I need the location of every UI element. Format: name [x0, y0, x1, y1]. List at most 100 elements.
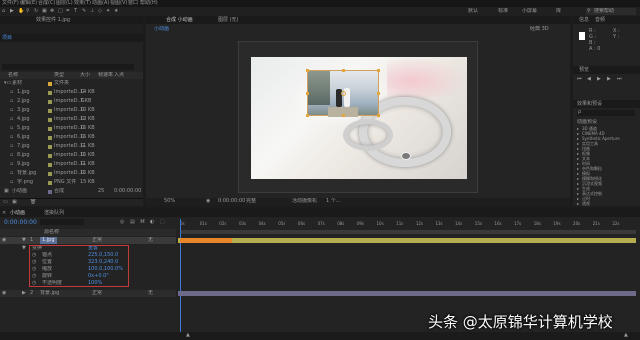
photo-layer[interactable] — [306, 69, 380, 117]
motion-blur-icon[interactable]: ◎ — [120, 219, 124, 226]
graph-editor-icon[interactable]: ⌘ — [140, 219, 145, 226]
label-swatch[interactable] — [48, 136, 52, 140]
timeline-search-input[interactable] — [40, 219, 84, 225]
puppet-tool-icon[interactable]: ★ — [114, 8, 118, 15]
project-list-item[interactable]: ▫ 3.jpg ImporteD..G 10 KB — [0, 107, 143, 115]
project-search-input[interactable] — [2, 64, 134, 70]
next-frame-icon[interactable]: ▶ — [607, 76, 611, 83]
label-swatch[interactable] — [48, 172, 52, 176]
rotate-tool-icon[interactable]: ↻ — [34, 8, 38, 15]
handle-bm[interactable] — [342, 114, 345, 117]
project-list-item[interactable]: ▫ 字.png PNG 文件 15 KB — [0, 179, 143, 187]
project-list-item[interactable]: ▫ 9.jpg ImporteD..G 11 KB — [0, 161, 143, 169]
transform-expand-icon[interactable]: ▼ — [22, 245, 26, 252]
timeline-timecode[interactable]: 0:00:00:00 — [4, 219, 37, 226]
pan-behind-tool-icon[interactable]: ✥ — [50, 8, 54, 15]
workspace-library[interactable]: 库 — [556, 8, 561, 15]
layer-2-parent[interactable]: 无 — [148, 290, 153, 297]
label-swatch[interactable] — [48, 127, 52, 131]
layer-1-bar[interactable] — [178, 238, 636, 243]
column-type[interactable]: 类型 — [54, 72, 64, 79]
layer-row-2[interactable]: ◉ ▶ 2 背景.jpg 正常 无 — [0, 290, 176, 297]
project-list-item[interactable]: ▫ 6.jpg ImporteD..G 15 KB — [0, 134, 143, 142]
project-list-item[interactable]: ▫ 7.jpg ImporteD..G 11 KB — [0, 143, 143, 151]
visibility-icon[interactable]: ◉ — [2, 290, 6, 297]
menu-window[interactable]: 窗口 — [128, 0, 138, 7]
label-swatch[interactable] — [48, 145, 52, 149]
menu-effect[interactable]: 效果(T) — [74, 0, 91, 7]
project-list-item[interactable]: ▫ 1.jpg ImporteD..G 14 KB — [0, 89, 143, 97]
label-swatch[interactable] — [48, 109, 52, 113]
new-folder-icon[interactable]: ▭ — [3, 199, 8, 206]
column-source-name[interactable]: 源名称 — [44, 229, 59, 236]
handle-tm[interactable] — [342, 69, 345, 72]
layer-1-mode[interactable]: 正常 — [92, 237, 102, 244]
column-fps[interactable]: 帧速率 — [98, 72, 113, 79]
column-name[interactable]: 名称 — [8, 72, 18, 79]
label-swatch[interactable] — [48, 82, 52, 86]
views-select[interactable]: 1 个... — [326, 198, 341, 205]
menu-view[interactable]: 视图(V) — [110, 0, 127, 7]
label-swatch[interactable] — [48, 100, 52, 104]
hand-tool-icon[interactable]: ✋ — [18, 8, 24, 15]
composition-viewer[interactable] — [238, 41, 478, 193]
time-ruler[interactable]: 0s 01s 02s 03s 04s 05s 06s 07s 08s 09s 10s 11s 12s 13… — [178, 219, 636, 229]
shy-icon[interactable]: ◐ — [150, 219, 154, 226]
menu-animation[interactable]: 动画(A) — [92, 0, 109, 7]
layer-row-1[interactable]: ◉ ▼ 1 1.jpg 正常 无 — [0, 237, 176, 244]
prev-frame-icon[interactable]: ◀ — [587, 76, 591, 83]
layer-1-parent[interactable]: 无 — [148, 237, 153, 244]
label-swatch[interactable] — [48, 154, 52, 158]
label-swatch[interactable] — [48, 118, 52, 122]
project-list-item[interactable]: ▫ 2.jpg ImporteD..G 7 KB — [0, 98, 143, 106]
home-icon[interactable]: ⌂ — [2, 8, 5, 15]
zoom-tool-icon[interactable]: ⚲ — [26, 8, 30, 15]
effect-controls-tab[interactable]: 效果控件 1.jpg — [36, 16, 70, 24]
frame-blend-icon[interactable]: ▤ — [130, 219, 135, 226]
workspace-default[interactable]: 默认 — [468, 8, 478, 15]
handle-tr[interactable] — [377, 69, 380, 72]
menu-composition[interactable]: 合成(C) — [38, 0, 55, 7]
label-swatch[interactable] — [48, 163, 52, 167]
text-tool-icon[interactable]: T — [74, 8, 77, 15]
anchor-point[interactable] — [341, 91, 346, 96]
playhead[interactable] — [180, 219, 181, 337]
resolution-select[interactable]: 完整 — [246, 198, 256, 205]
workspace-small-screen[interactable]: 小屏幕 — [522, 8, 537, 15]
project-list-item[interactable]: ▫ 5.jpg ImporteD..G 15 KB — [0, 125, 143, 133]
info-tab[interactable]: 信息 — [579, 16, 589, 24]
label-swatch[interactable] — [48, 91, 52, 95]
timeline-tab[interactable]: 小动画 — [10, 209, 25, 217]
first-frame-icon[interactable]: ⏮ — [577, 76, 582, 83]
layer-2-name[interactable]: 背景.jpg — [40, 290, 59, 297]
menu-layer[interactable]: 图层(L) — [56, 0, 73, 7]
expand-layer-1-icon[interactable]: ▼ — [22, 237, 26, 244]
zoom-out-icon[interactable]: ▲ — [186, 332, 190, 339]
rectangle-tool-icon[interactable]: □ — [58, 8, 63, 15]
layer-2-mode[interactable]: 正常 — [92, 290, 102, 297]
handle-br[interactable] — [377, 114, 380, 117]
menu-edit[interactable]: 编辑(E) — [20, 0, 37, 7]
handle-ml[interactable] — [306, 92, 309, 95]
help-search-input[interactable]: ⚲ 搜索帮助 — [586, 8, 636, 15]
trash-icon[interactable]: 🗑 — [30, 199, 36, 206]
zoom-select[interactable]: 50% — [164, 198, 175, 205]
last-frame-icon[interactable]: ⏭ — [617, 76, 622, 83]
column-in[interactable]: 入点 — [114, 72, 124, 79]
project-list-item[interactable]: ▫ 背景.jpg ImporteD..G 15 KB — [0, 170, 143, 178]
project-list-item[interactable]: ▫ 8.jpg ImporteD..G 15 KB — [0, 152, 143, 160]
handle-tl[interactable] — [306, 69, 309, 72]
layer-1-name[interactable]: 1.jpg — [40, 237, 57, 244]
pen-tool-icon[interactable]: ✒ — [66, 8, 70, 15]
composition-tab[interactable]: 合成 小动画 — [166, 16, 193, 24]
comp-breadcrumb[interactable]: 小动画 — [154, 26, 169, 33]
handle-mr[interactable] — [377, 92, 380, 95]
layer-1-work-area[interactable] — [180, 238, 232, 243]
work-area-bar[interactable] — [180, 230, 636, 234]
project-list-item[interactable]: ▣ 小动画 合成 25 0:00:00:00 — [0, 188, 143, 196]
camera-select[interactable]: 活动摄像机 — [292, 198, 317, 205]
snapshot-icon[interactable]: ◉ — [206, 198, 210, 205]
layer-tab[interactable]: 图层 (无) — [218, 16, 239, 24]
menu-help[interactable]: 帮助(H) — [140, 0, 158, 7]
audio-tab[interactable]: 音频 — [595, 16, 605, 24]
